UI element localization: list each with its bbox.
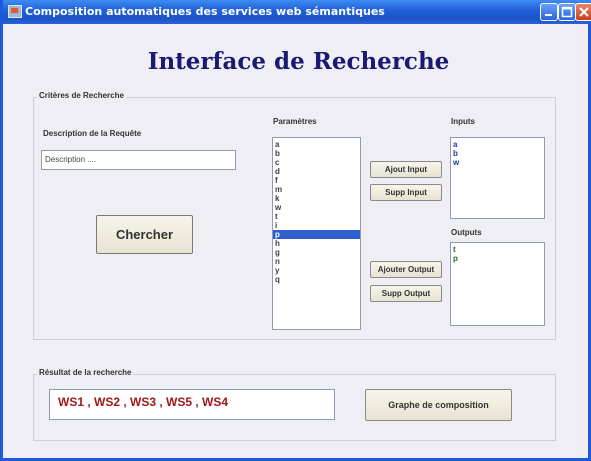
list-item[interactable]: m bbox=[273, 185, 360, 194]
result-legend: Résultat de la recherche bbox=[37, 368, 134, 377]
list-item[interactable]: a bbox=[451, 140, 544, 149]
outputs-list[interactable]: tp bbox=[450, 242, 545, 326]
list-item[interactable]: a bbox=[273, 140, 360, 149]
maximize-icon bbox=[561, 6, 573, 18]
list-item[interactable]: w bbox=[451, 158, 544, 167]
parameters-list[interactable]: abcdfmkwtiphgnyq bbox=[272, 137, 361, 330]
result-field[interactable]: WS1 , WS2 , WS3 , WS5 , WS4 bbox=[49, 389, 335, 420]
inputs-list[interactable]: abw bbox=[450, 137, 545, 219]
list-item[interactable]: w bbox=[273, 203, 360, 212]
java-app-icon bbox=[8, 5, 22, 18]
remove-input-button[interactable]: Supp Input bbox=[370, 184, 442, 201]
add-input-button[interactable]: Ajout Input bbox=[370, 161, 442, 178]
list-item[interactable]: q bbox=[273, 275, 360, 284]
list-item[interactable]: y bbox=[273, 266, 360, 275]
list-item[interactable]: f bbox=[273, 176, 360, 185]
window-title: Composition automatiques des services we… bbox=[25, 5, 385, 18]
list-item[interactable]: p bbox=[273, 230, 360, 239]
list-item[interactable]: h bbox=[273, 239, 360, 248]
list-item[interactable]: b bbox=[273, 149, 360, 158]
list-item[interactable]: n bbox=[273, 257, 360, 266]
add-output-button[interactable]: Ajouter Output bbox=[370, 261, 442, 278]
list-item[interactable]: b bbox=[451, 149, 544, 158]
criteria-legend: Critères de Recherche bbox=[37, 91, 126, 100]
list-item[interactable]: t bbox=[451, 245, 544, 254]
list-item[interactable]: t bbox=[273, 212, 360, 221]
title-bar[interactable]: Composition automatiques des services we… bbox=[3, 0, 591, 24]
list-item[interactable]: c bbox=[273, 158, 360, 167]
description-input[interactable]: Description .... bbox=[41, 150, 236, 170]
remove-output-button[interactable]: Supp Output bbox=[370, 285, 442, 302]
main-window: Composition automatiques des services we… bbox=[0, 0, 591, 461]
search-button[interactable]: Chercher bbox=[96, 215, 193, 254]
composition-graph-button[interactable]: Graphe de composition bbox=[365, 389, 512, 421]
page-title: Interface de Recherche bbox=[147, 48, 450, 75]
list-item[interactable]: i bbox=[273, 221, 360, 230]
list-item[interactable]: k bbox=[273, 194, 360, 203]
list-item[interactable]: g bbox=[273, 248, 360, 257]
parameters-label: Paramètres bbox=[273, 117, 317, 126]
minimize-button[interactable] bbox=[540, 3, 558, 21]
description-label: Description de la Requête bbox=[43, 129, 142, 138]
close-icon bbox=[579, 7, 589, 17]
outputs-label: Outputs bbox=[451, 228, 482, 237]
maximize-button[interactable] bbox=[558, 3, 576, 21]
list-item[interactable]: p bbox=[451, 254, 544, 263]
close-button[interactable] bbox=[575, 3, 591, 21]
minimize-icon bbox=[545, 14, 552, 16]
list-item[interactable]: d bbox=[273, 167, 360, 176]
inputs-label: Inputs bbox=[451, 117, 475, 126]
